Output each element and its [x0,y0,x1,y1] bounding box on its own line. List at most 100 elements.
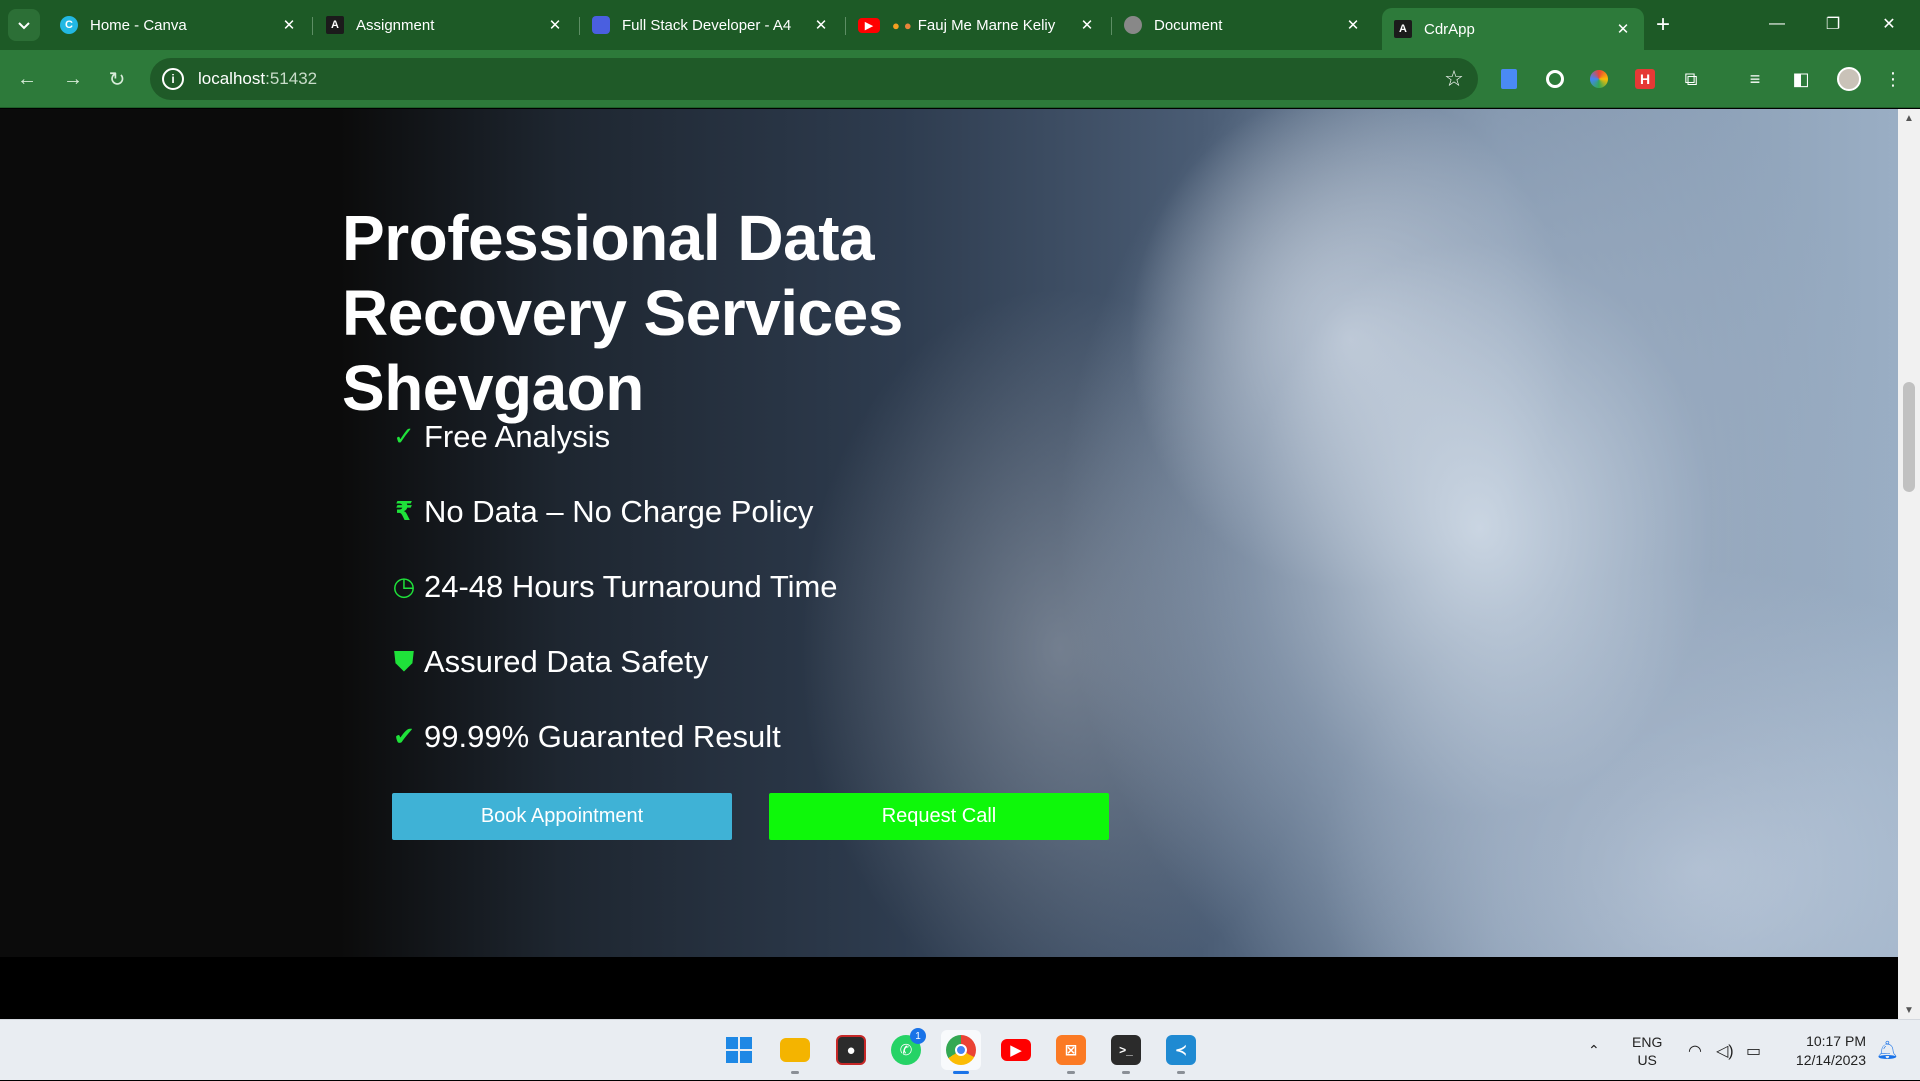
tab-separator [312,17,313,35]
windows-taskbar: ● ✆ 1 ▶ ⊠ >_ ≺ ⌃ ENG US ◠ ◁) ▭ 10:17 PM … [0,1019,1920,1080]
tab-full-stack-developer[interactable]: Full Stack Developer - A4 ✕ [580,8,842,42]
browser-menu-icon[interactable]: ⋮ [1880,66,1906,92]
battery-icon[interactable]: ▭ [1746,1020,1761,1081]
window-close-button[interactable]: ✕ [1864,6,1914,42]
double-check-icon: ✔ [393,721,415,751]
tab-title: Home - Canva [90,16,187,34]
browser-toolbar: ← → ↻ i localhost:51432 ☆ H ⧉ ≡ ◧ ⋮ [0,50,1920,108]
feature-text: 24-48 Hours Turnaround Time [424,568,838,604]
vscode-icon[interactable]: ≺ [1161,1030,1201,1074]
restore-button[interactable]: ❐ [1808,6,1858,42]
running-indicator [1177,1071,1185,1074]
red-extension-icon[interactable]: H [1632,66,1658,92]
book-appointment-button[interactable]: Book Appointment [392,793,732,840]
hero-title: Professional Data Recovery Services Shev… [342,202,903,424]
screen-recorder-icon[interactable]: ● [831,1030,871,1070]
windows-start-icon[interactable] [719,1030,759,1070]
page-viewport: Professional Data Recovery Services Shev… [0,109,1898,1019]
back-button[interactable]: ← [10,62,44,96]
notification-bell-icon[interactable]: 🔔︎ [1876,1020,1899,1081]
xampp-icon[interactable]: ⊠ [1051,1030,1091,1074]
docs-extension-icon[interactable] [1496,66,1522,92]
tab-title: CdrApp [1424,20,1475,38]
shield-icon: ⛊ [394,645,414,676]
whatsapp-icon[interactable]: ✆ 1 [886,1028,926,1070]
running-indicator [791,1071,799,1074]
globe-icon [1124,16,1142,34]
hero-section: Professional Data Recovery Services Shev… [0,109,1898,957]
url-host: localhost [198,69,266,88]
feature-text: Free Analysis [424,418,611,454]
terminal-glyph: >_ [1111,1035,1141,1065]
site-info-icon[interactable]: i [162,68,184,90]
recorder-glyph: ● [836,1035,866,1065]
tab-search-button[interactable] [8,9,40,41]
windows-logo-icon [726,1037,752,1063]
canva-icon: C [60,16,78,34]
reload-button[interactable]: ↻ [100,62,134,96]
side-panel-icon[interactable]: ◧ [1788,66,1814,92]
tab-document[interactable]: Document ✕ [1112,8,1374,42]
tab-cdrapp[interactable]: A CdrApp ✕ [1382,8,1644,50]
check-icon: ✓ [393,421,415,451]
vscode-glyph: ≺ [1166,1035,1196,1065]
chrome-icon[interactable] [941,1030,981,1074]
file-explorer-icon[interactable] [775,1030,815,1074]
clock[interactable]: 10:17 PM 12/14/2023 [1786,1020,1866,1081]
face-emoji-icon: ● [903,17,912,33]
close-icon[interactable]: ✕ [812,16,830,34]
language-indicator[interactable]: ENG US [1632,1020,1662,1081]
feature-item: ₹ No Data – No Charge Policy [390,474,838,549]
region-code: US [1637,1051,1657,1068]
tray-overflow-chevron-icon[interactable]: ⌃ [1588,1020,1600,1081]
feature-text: No Data – No Charge Policy [424,493,814,529]
feature-item: ✓ Free Analysis [390,399,838,474]
media-controls-icon[interactable]: ≡ [1742,66,1768,92]
scroll-up-arrow-icon[interactable]: ▲ [1898,109,1920,127]
youtube-icon[interactable]: ▶ [996,1030,1036,1070]
tab-title: Document [1154,16,1223,34]
forward-button[interactable]: → [56,62,90,96]
active-indicator [953,1071,969,1074]
url-text: localhost:51432 [198,69,317,89]
angular-a-icon: A [1394,20,1412,38]
youtube-icon: ▶ [858,17,880,33]
tab-fauj-me-marne[interactable]: ▶ ● ● Fauj Me Marne Keliy ✕ [846,8,1108,42]
tab-title: Assignment [356,16,435,34]
tab-title: Full Stack Developer - A4 [622,16,792,34]
terminal-icon[interactable]: >_ [1106,1030,1146,1074]
extensions-puzzle-icon[interactable]: ⧉ [1678,66,1704,92]
running-indicator [1122,1071,1130,1074]
close-icon[interactable]: ✕ [546,16,564,34]
language-code: ENG [1632,1033,1663,1050]
feature-text: 99.99% Guaranted Result [424,718,781,754]
flame-emoji-icon: ● [892,17,900,33]
close-icon[interactable]: ✕ [1078,16,1096,34]
folder-icon [780,1038,810,1062]
xampp-glyph: ⊠ [1056,1035,1086,1065]
bookmark-star-icon[interactable]: ☆ [1442,66,1466,91]
feature-text: Assured Data Safety [424,643,709,679]
close-icon[interactable]: ✕ [1344,16,1362,34]
wifi-icon[interactable]: ◠ [1688,1020,1702,1081]
profile-avatar[interactable] [1836,66,1862,92]
clock-time: 10:17 PM [1806,1032,1866,1049]
document-app-icon [592,16,610,34]
tab-home-canva[interactable]: C Home - Canva ✕ [48,8,310,42]
request-call-button[interactable]: Request Call [769,793,1109,840]
volume-icon[interactable]: ◁) [1716,1020,1734,1081]
color-picker-extension-icon[interactable] [1586,66,1612,92]
new-tab-button[interactable]: + [1648,10,1678,40]
close-icon[interactable]: ✕ [1614,20,1632,38]
recorder-extension-icon[interactable] [1542,66,1568,92]
address-bar[interactable]: i localhost:51432 ☆ [150,58,1478,100]
scroll-down-arrow-icon[interactable]: ▼ [1898,1001,1920,1019]
close-icon[interactable]: ✕ [280,16,298,34]
scrollbar-thumb[interactable] [1903,382,1915,492]
tab-strip: C Home - Canva ✕ A Assignment ✕ Full Sta… [0,0,1920,50]
chrome-glyph [946,1035,976,1065]
feature-list: ✓ Free Analysis ₹ No Data – No Charge Po… [390,399,838,774]
tab-assignment[interactable]: A Assignment ✕ [314,8,576,42]
minimize-button[interactable]: — [1752,6,1802,42]
page-scrollbar[interactable]: ▲ ▼ [1898,109,1920,1019]
